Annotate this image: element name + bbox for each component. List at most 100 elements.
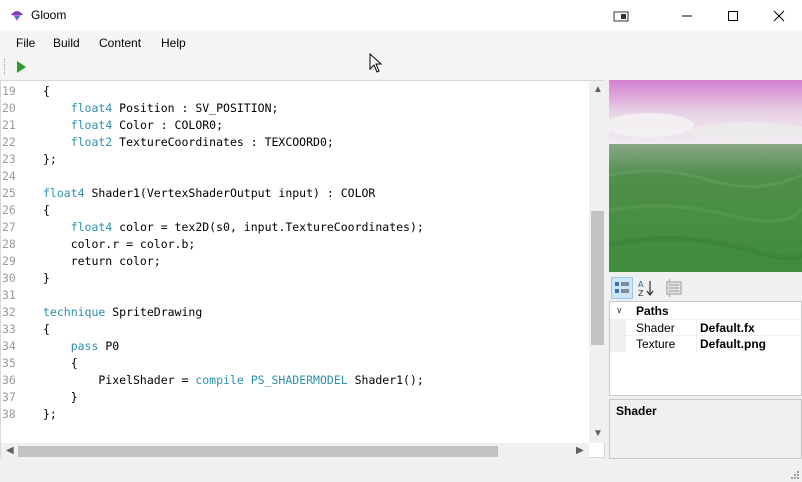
line-number: 19	[2, 84, 16, 98]
line-number: 23	[2, 152, 16, 166]
line-code: };	[43, 152, 57, 166]
line-code: {	[43, 203, 50, 217]
scroll-down-icon[interactable]: ▼	[593, 429, 603, 439]
vertical-scroll-thumb[interactable]	[591, 211, 604, 345]
property-grid-toolbar: A Z	[609, 276, 802, 300]
categorized-button[interactable]	[611, 277, 633, 299]
close-icon	[773, 10, 785, 21]
keyword: float4	[43, 186, 85, 200]
code-line: 20 float4 Position : SV_POSITION;	[1, 100, 589, 117]
code-line: 38};	[1, 406, 589, 423]
property-pages-button[interactable]	[663, 277, 685, 299]
code-line: 28 color.r = color.b;	[1, 236, 589, 253]
line-number: 20	[2, 101, 16, 115]
line-number: 35	[2, 356, 16, 370]
line-code: }	[43, 390, 78, 404]
code-line: 23};	[1, 151, 589, 168]
scroll-right-icon[interactable]: ▶	[576, 446, 584, 456]
menu-file[interactable]: File	[16, 36, 35, 50]
scroll-left-icon[interactable]: ◀	[6, 446, 14, 456]
keyword: compile	[195, 373, 244, 387]
code-line: 25 float4 Shader1(VertexShaderOutput inpu…	[1, 185, 589, 202]
menu-bar: File Build Content Help	[0, 31, 802, 55]
code-line: 37 }	[1, 389, 589, 406]
horizontal-scroll-thumb[interactable]	[18, 446, 498, 457]
minimize-icon	[682, 15, 692, 16]
category-label: Paths	[636, 304, 669, 318]
line-number: 24	[2, 169, 16, 183]
property-pages-icon	[666, 281, 682, 295]
maximize-icon	[728, 10, 738, 21]
code-lines: 19 { 20 float4 Position : SV_POSITION; 21…	[1, 83, 589, 423]
row-gutter	[610, 336, 626, 352]
column-splitter[interactable]	[696, 336, 697, 352]
line-code: {	[43, 356, 78, 370]
line-number: 38	[2, 407, 16, 421]
code-editor[interactable]: 19 { 20 float4 Position : SV_POSITION; 21…	[0, 80, 606, 460]
play-icon[interactable]	[14, 60, 28, 74]
menu-help[interactable]: Help	[161, 36, 186, 50]
line-code: pass P0	[70, 339, 120, 353]
mouse-cursor-icon	[369, 53, 383, 73]
property-value[interactable]: Default.fx	[700, 321, 755, 335]
keyword: float4	[70, 220, 113, 234]
collapse-chevron-icon[interactable]: ∨	[616, 305, 623, 316]
code-line: 35 {	[1, 355, 589, 372]
code-line: 36 PixelShader = compile PS_SHADERMODEL …	[1, 372, 589, 389]
line-code: float4 Position : SV_POSITION;	[70, 101, 279, 115]
keyword: float4	[70, 101, 113, 115]
categorized-icon	[615, 282, 629, 293]
scroll-up-icon[interactable]: ▲	[593, 85, 603, 95]
maximize-button[interactable]	[710, 0, 756, 31]
property-value[interactable]: Default.png	[700, 337, 766, 351]
svg-text:Z: Z	[638, 289, 644, 297]
line-number: 26	[2, 203, 16, 217]
close-button[interactable]	[756, 0, 802, 31]
code-line: 27 float4 color = tex2D(s0, input.Textur…	[1, 219, 589, 236]
line-code: PixelShader = compile PS_SHADERMODEL Sha…	[43, 373, 424, 387]
restore-down-button[interactable]	[598, 0, 644, 31]
line-code: {	[43, 322, 50, 336]
minimize-button[interactable]	[664, 0, 710, 31]
keyword: float4	[70, 118, 113, 132]
editor-horizontal-scrollbar[interactable]: ◀ ▶	[1, 443, 589, 460]
menu-content[interactable]: Content	[99, 36, 141, 50]
line-code: float2 TextureCoordinates : TEXCOORD0;	[70, 135, 334, 149]
property-name: Texture	[636, 337, 676, 351]
line-code: };	[43, 407, 57, 421]
resize-grip-icon[interactable]	[788, 468, 800, 480]
menu-build[interactable]: Build	[53, 36, 80, 50]
line-code: }	[43, 271, 50, 285]
title-bar: Gloom	[0, 0, 802, 31]
keyword: technique	[43, 305, 106, 319]
line-number: 21	[2, 118, 16, 132]
code-line: 31	[1, 287, 589, 304]
texture-preview	[609, 80, 802, 272]
alphabetical-icon: A Z	[638, 280, 654, 297]
toolbar-grip[interactable]	[4, 59, 7, 75]
alphabetical-button[interactable]: A Z	[635, 277, 657, 299]
property-row-texture[interactable]: Texture Default.png	[610, 335, 801, 352]
app-logo-icon	[11, 11, 23, 21]
editor-vertical-scrollbar[interactable]: ▲ ▼	[589, 81, 606, 443]
code-line: 30}	[1, 270, 589, 287]
property-row-shader[interactable]: Shader Default.fx	[610, 319, 801, 336]
code-line: 26 {	[1, 202, 589, 219]
line-number: 36	[2, 373, 16, 387]
line-number: 27	[2, 220, 16, 234]
line-number: 28	[2, 237, 16, 251]
code-line: 29 return color;	[1, 253, 589, 270]
category-paths[interactable]: ∨ Paths	[610, 303, 801, 319]
property-name: Shader	[636, 321, 675, 335]
code-line: 22 float2 TextureCoordinates : TEXCOORD0…	[1, 134, 589, 151]
line-number: 32	[2, 305, 16, 319]
toolbar	[0, 55, 802, 79]
restore-down-icon	[613, 11, 629, 21]
property-grid[interactable]: ∨ Paths Shader Default.fx Texture Defaul…	[609, 301, 802, 396]
column-splitter[interactable]	[696, 320, 697, 336]
svg-text:A: A	[638, 280, 644, 289]
description-title: Shader	[616, 404, 657, 418]
code-line: 34 pass P0	[1, 338, 589, 355]
line-code: return color;	[43, 254, 161, 268]
keyword: float2	[70, 135, 113, 149]
